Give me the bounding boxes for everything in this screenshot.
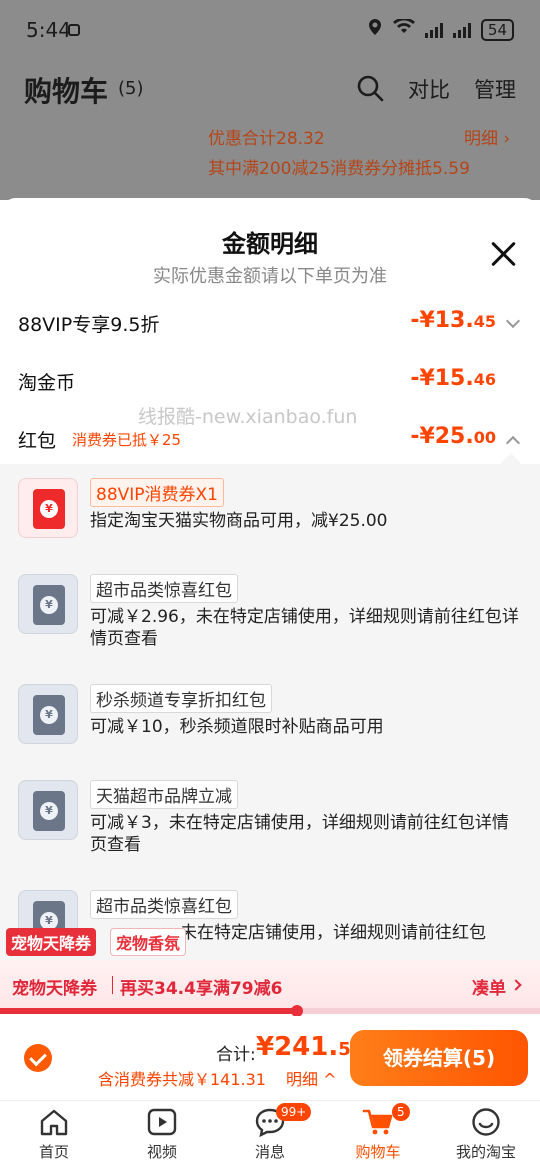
cart-badge: 5 [392,1103,410,1121]
tab-profile[interactable]: 我的淘宝 [432,1101,540,1165]
coupon-desc: 指定淘宝天猫实物商品可用，减¥25.00 [90,511,388,531]
red-packet-icon: ¥ [18,780,78,840]
cart-icon [362,1109,393,1135]
tab-label: 首页 [38,1143,69,1161]
detail-row-amount: -¥13.45 [410,308,496,333]
detail-row-amount: -¥25.00 [410,424,496,449]
detail-row-amount: -¥15.46 [410,366,496,391]
total-label: 合计: [216,1045,256,1065]
battery-icon: 54 [480,18,514,41]
voucher-applied-tag: 消费券已抵￥25 [72,431,182,449]
detail-row-vip[interactable]: 88VIP专享9.5折 -¥13.45 [0,302,540,342]
add-items-link[interactable]: 凑单 [472,974,506,999]
coupon-name: 88VIP消费券X1 [90,478,224,507]
profile-icon [472,1108,500,1136]
sheet-title: 金额明细 [222,230,318,258]
chevron-down-icon [505,313,521,329]
detail-row-label: 88VIP专享9.5折 [18,314,160,336]
close-icon[interactable] [488,238,520,270]
detail-row-redpacket[interactable]: 红包 消费券已抵￥25 -¥25.00 [0,418,540,458]
tab-home[interactable]: 首页 [0,1101,108,1165]
amount-detail-sheet: 金额明细 实际优惠金额请以下单页为准 88VIP专享9.5折 -¥13.45 淘… [0,198,540,968]
status-icons: 54 [367,17,514,41]
message-badge: 99+ [276,1103,312,1121]
promo-text: 再买34.4享满79减6 [120,979,283,999]
status-bar: 5:44 54 [0,0,540,60]
coupon-desc: 可减￥10，秒杀频道限时补贴商品可用 [90,717,384,737]
coupon-name: 秒杀频道专享折扣红包 [90,684,272,713]
tab-cart[interactable]: 5 购物车 [324,1101,432,1165]
coupon-desc: 可减￥2.96，未在特定店铺使用，详细规则请前往红包详情页查看 [90,607,519,649]
coupon-name: 天猫超市品牌立减 [90,780,238,809]
tab-label: 我的淘宝 [455,1143,516,1161]
savings-detail-link[interactable]: 明细 ^ [286,1066,337,1090]
checkout-button[interactable]: 领券结算(5) [350,1030,528,1086]
pet-tags: 宠物天降券 宠物香氛 [0,928,540,958]
sheet-subtitle: 实际优惠金额请以下单页为准 [153,266,387,287]
tab-messages[interactable]: 99+ 消息 [216,1101,324,1165]
manage-button[interactable]: 管理 [474,74,516,104]
signal-icon-1 [424,22,443,38]
discount-total: 优惠合计28.32 [208,129,325,149]
select-all-checkbox[interactable] [24,1044,52,1072]
home-icon [40,1109,68,1136]
bottom-tab-bar: 首页 视频 99+ 消息 5 购物车 我的淘宝 [0,1100,540,1165]
promo-progress-bar [0,1005,540,1017]
checkout-bar: 合计: ¥241.59 含消费券共减￥141.31 明细 ^ 领券结算(5) [0,1016,540,1100]
discount-detail-link[interactable]: 明细 › [464,124,510,149]
promo-strip[interactable]: 宠物天降券 再买34.4享满79减6 凑单 [0,960,540,1010]
coupon-list: ¥ 88VIP消费券X1 指定淘宝天猫实物商品可用，减¥25.00 ¥ 超市品类… [0,453,540,968]
search-icon[interactable] [356,74,384,102]
red-packet-icon: ¥ [18,574,78,634]
detail-row-label: 淘金币 [18,372,76,394]
signal-icon-2 [452,22,471,38]
tab-video[interactable]: 视频 [108,1101,216,1165]
notification-icon [68,24,80,36]
video-icon [147,1108,177,1136]
red-packet-icon: ¥ [18,684,78,744]
tab-label: 购物车 [355,1143,401,1161]
location-icon [367,18,383,41]
compare-button[interactable]: 对比 [408,74,450,104]
coupon-desc: 可减￥3，未在特定店铺使用，详细规则请前往红包详情页查看 [90,813,509,855]
pet-fragrance-tag[interactable]: 宠物香氛 [110,928,187,956]
coupon-name: 超市品类惊喜红包 [90,574,238,603]
tab-label: 视频 [146,1143,177,1161]
detail-row-coins: 淘金币 -¥15.46 [0,360,540,400]
cart-count: (5) [118,78,144,99]
chevron-up-icon [505,435,521,451]
chevron-right-icon [510,979,522,991]
total-amount: ¥241.59 [256,1032,363,1062]
pet-coupon-tag[interactable]: 宠物天降券 [6,928,97,956]
discount-subtext: 其中满200减25消费券分摊抵5.59 [208,159,470,179]
coupon-name: 超市品类惊喜红包 [90,890,238,919]
savings-text: 含消费券共减￥141.31 [98,1070,266,1089]
promo-label: 宠物天降券 [12,979,97,999]
wifi-icon [392,17,415,40]
detail-row-label: 红包 [18,430,57,452]
red-packet-icon: ¥ [18,478,78,538]
page-title: 购物车 [24,75,109,108]
status-time: 5:44 [26,18,71,42]
tab-label: 消息 [254,1143,285,1161]
